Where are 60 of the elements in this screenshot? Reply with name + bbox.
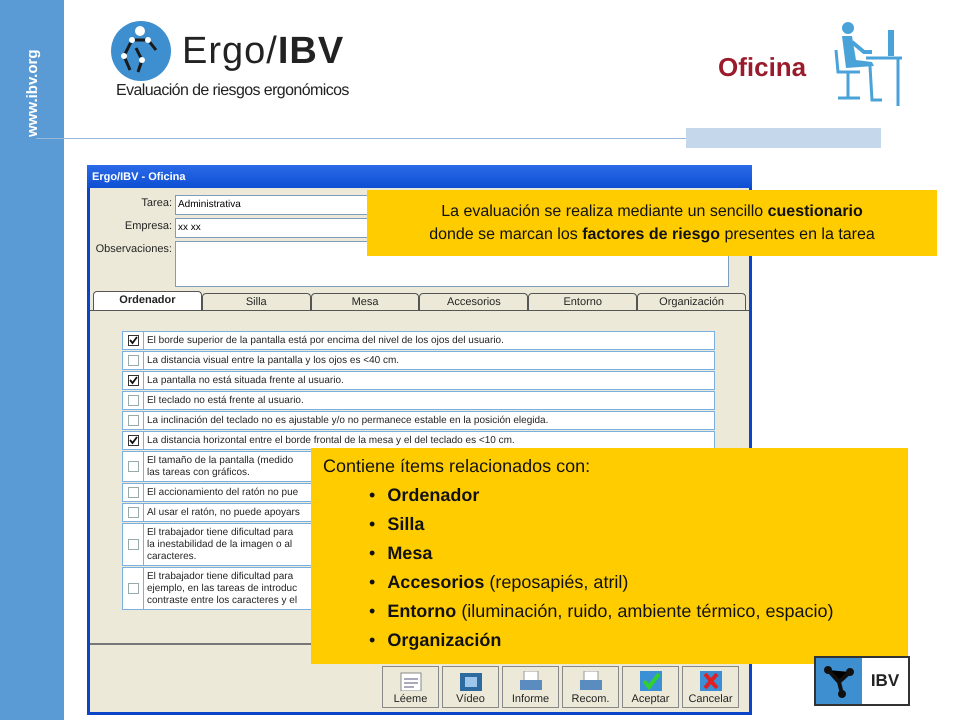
bullet-item: • Accesorios (reposapiés, atril) (369, 571, 630, 594)
checkbox[interactable] (128, 415, 138, 426)
field-label: Observaciones: (94, 243, 173, 255)
callout-text: La evaluación se realiza mediante un sencillo cuestionario donde se marcan los factores de riesgo presentes en la tarea (429, 202, 875, 245)
tab[interactable]: Silla (202, 293, 311, 310)
item-text: La inclinación del teclado no es ajustable y/o no permanece estable en la posición elegida. (146, 414, 550, 428)
toolbar-button[interactable]: Vídeo (442, 666, 499, 708)
bullet-item: • Organización (369, 629, 502, 652)
tab[interactable]: Ordenador (93, 291, 202, 310)
film-icon (458, 671, 484, 691)
field-label: Empresa: (124, 220, 173, 232)
logo-icon (110, 20, 172, 82)
checkbox[interactable] (128, 375, 138, 386)
cross-icon (698, 671, 724, 691)
checkbox[interactable] (128, 583, 138, 594)
toolbar-button[interactable]: Cancelar (682, 666, 739, 708)
node-logo-icon (816, 658, 862, 704)
item-text: El trabajador tiene dificultad para ejemplo, en las tareas de introduc contraste entre los caracteres y el (146, 570, 298, 608)
toolbar-button[interactable]: Informe (502, 666, 559, 708)
item-text: El trabajador tiene dificultad para la inestabilidad de la imagen o al caracteres. (146, 526, 294, 564)
checkbox[interactable] (128, 355, 138, 366)
tab[interactable]: Accesorios (419, 293, 528, 310)
bullet-item: • Entorno (iluminación, ruido, ambiente térmico, espacio) (369, 600, 834, 623)
checkbox[interactable] (128, 335, 138, 346)
toolbar-button[interactable]: Léeme (382, 666, 439, 708)
callout-text: Contiene ítems relacionados con: (323, 456, 590, 476)
item-text: La distancia horizontal entre el borde frontal de la mesa y el del teclado es <10 cm. (146, 434, 516, 448)
checkbox[interactable] (128, 435, 138, 446)
bullet-item: • Silla (369, 513, 426, 536)
checkbox[interactable] (128, 395, 138, 406)
tab[interactable]: Mesa (310, 293, 420, 310)
logo-wordmark: Ergo/IBV (182, 28, 346, 74)
checkmark-icon (638, 671, 664, 691)
toolbar-button[interactable]: Aceptar (622, 666, 679, 708)
notepad-icon (398, 671, 424, 691)
checkbox[interactable] (128, 461, 138, 472)
window-title: Ergo/IBV - Oficina (87, 165, 752, 188)
printer-icon (578, 671, 604, 691)
bullet-item: • Mesa (369, 542, 434, 565)
item-text: Al usar el ratón, no puede apoyars (146, 506, 301, 520)
tab[interactable]: Organización (637, 293, 746, 310)
checkbox[interactable] (128, 507, 138, 518)
logo-tagline: Evaluación de riesgos ergonómicos (116, 82, 349, 100)
field-label: Tarea: (140, 197, 173, 209)
section-title: Oficina (718, 52, 806, 83)
bullet-item: • Ordenador (369, 484, 480, 507)
item-text: El accionamiento del ratón no pue (146, 486, 300, 500)
office-worker-icon (832, 20, 902, 106)
printer-icon (518, 671, 544, 691)
item-text: El teclado no está frente al usuario. (146, 394, 305, 408)
logo-text: IBV (870, 670, 900, 692)
item-text: La pantalla no está situada frente al usuario. (146, 374, 345, 388)
item-text: La distancia visual entre la pantalla y los ojos es <40 cm. (146, 354, 400, 368)
tab[interactable]: Entorno (528, 293, 638, 310)
item-text: El borde superior de la pantalla está por encima del nivel de los ojos del usuario. (146, 334, 505, 348)
checkbox[interactable] (128, 539, 138, 550)
item-text: El tamaño de la pantalla (medido las tareas con gráficos. (146, 454, 294, 480)
checkbox[interactable] (128, 487, 138, 498)
toolbar-button[interactable]: Recom. (562, 666, 619, 708)
website-url: www.ibv.org (24, 48, 40, 139)
